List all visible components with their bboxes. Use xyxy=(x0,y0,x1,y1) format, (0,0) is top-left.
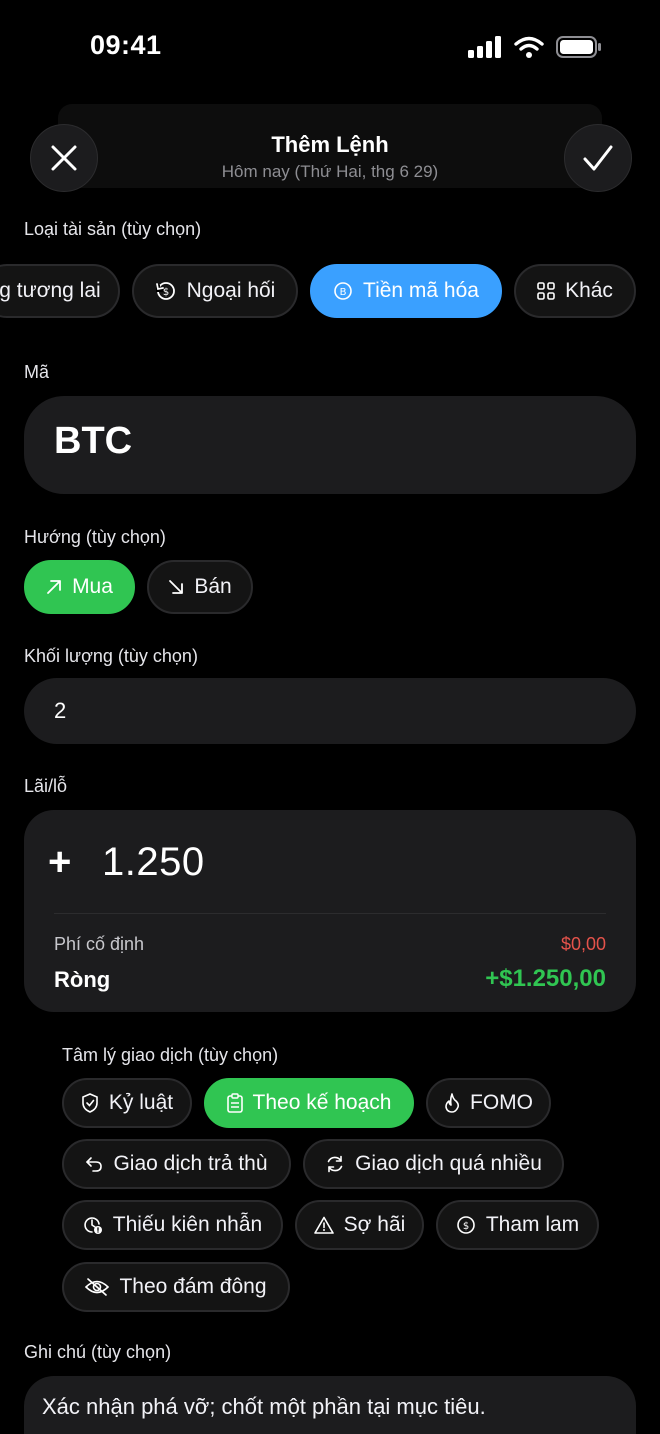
psychology-on-plan[interactable]: Theo kế hoạch xyxy=(204,1078,414,1128)
psychology-option-label: Theo đám đông xyxy=(119,1275,267,1298)
direction-buy-button[interactable]: Mua xyxy=(24,560,135,614)
note-value: Xác nhận phá vỡ; chốt một phần tại mục t… xyxy=(42,1394,486,1419)
psychology-option-label: Sợ hãi xyxy=(343,1213,406,1236)
psychology-option-label: Giao dịch quá nhiều xyxy=(355,1152,542,1175)
ticker-input[interactable]: BTC xyxy=(24,396,636,494)
psychology-fomo[interactable]: FOMO xyxy=(426,1078,551,1128)
direction-option-label: Bán xyxy=(194,575,232,598)
psychology-impatience[interactable]: Thiếu kiên nhẫn xyxy=(62,1200,283,1250)
pnl-divider xyxy=(54,913,606,914)
ticker-label: Mã xyxy=(24,362,50,382)
status-time: 09:41 xyxy=(90,30,162,60)
pnl-label: Lãi/lỗ xyxy=(24,776,68,796)
psychology-option-label: Theo kế hoạch xyxy=(252,1091,392,1114)
page-subtitle: Hôm nay (Thứ Hai, thg 6 29) xyxy=(221,162,439,181)
screen: 09:41 Thêm Lệnh Hôm nay (Thứ Hai, thg 6 … xyxy=(0,0,660,1434)
psychology-option-label: Kỷ luật xyxy=(108,1091,174,1114)
direction-sell-button[interactable]: Bán xyxy=(147,560,253,614)
note-label: Ghi chú (tùy chọn) xyxy=(24,1342,172,1362)
dollar-circle-icon: $ xyxy=(456,1215,476,1235)
psychology-option-label: Giao dịch trả thù xyxy=(113,1152,268,1175)
arrow-up-right-icon xyxy=(46,579,62,595)
psychology-label: Tâm lý giao dịch (tùy chọn) xyxy=(62,1045,279,1065)
grid-icon xyxy=(537,282,555,300)
volume-value: 2 xyxy=(54,698,67,723)
net-label: Ròng xyxy=(54,967,111,992)
wifi-icon xyxy=(514,36,544,58)
pnl-card: + 1.250 Phí cố định $0,00 Ròng +$1.250,0… xyxy=(24,810,636,1012)
forex-icon: $ xyxy=(155,280,177,302)
asset-option-label: Ngoại hối xyxy=(186,279,276,302)
pnl-input[interactable]: 1.250 xyxy=(102,840,205,885)
direction-option-label: Mua xyxy=(72,575,113,598)
asset-option-other[interactable]: Khác xyxy=(514,264,636,318)
battery-icon xyxy=(556,36,601,58)
volume-label: Khối lượng (tùy chọn) xyxy=(24,646,198,666)
asset-option-forex[interactable]: $ Ngoại hối xyxy=(132,264,298,318)
checkmark-icon xyxy=(583,145,613,171)
svg-text:$: $ xyxy=(463,1221,469,1232)
page-title: Thêm Lệnh xyxy=(271,132,389,157)
pnl-sign-toggle[interactable]: + xyxy=(48,840,71,885)
psychology-option-label: Thiếu kiên nhẫn xyxy=(112,1213,263,1236)
bitcoin-icon: B xyxy=(333,281,353,301)
psychology-option-label: Tham lam xyxy=(485,1213,580,1236)
ticker-value: BTC xyxy=(54,420,133,462)
psychology-overtrading[interactable]: Giao dịch quá nhiều xyxy=(303,1139,564,1189)
status-icons xyxy=(468,36,602,58)
psychology-revenge[interactable]: Giao dịch trả thù xyxy=(62,1139,291,1189)
clipboard-icon xyxy=(226,1093,243,1113)
psychology-option-label: FOMO xyxy=(470,1091,533,1114)
undo-icon xyxy=(85,1156,103,1172)
cellular-signal-icon xyxy=(468,36,501,58)
psychology-greed[interactable]: $ Tham lam xyxy=(436,1200,599,1250)
fee-value: $0,00 xyxy=(560,934,606,954)
psychology-herd[interactable]: Theo đám đông xyxy=(62,1262,290,1312)
net-value: +$1.250,00 xyxy=(485,965,606,992)
asset-option-crypto[interactable]: B Tiền mã hóa xyxy=(310,264,502,318)
svg-text:B: B xyxy=(340,287,347,298)
asset-option-futures[interactable]: g tương lai xyxy=(0,264,120,318)
note-textarea[interactable]: Xác nhận phá vỡ; chốt một phần tại mục t… xyxy=(24,1376,636,1434)
refresh-icon xyxy=(325,1154,345,1174)
warning-icon xyxy=(313,1216,334,1234)
shield-check-icon xyxy=(81,1093,99,1113)
psychology-fear[interactable]: Sợ hãi xyxy=(295,1200,424,1250)
asset-option-label: g tương lai xyxy=(0,279,101,302)
fee-label: Phí cố định xyxy=(54,934,145,954)
eye-off-icon xyxy=(85,1278,110,1296)
asset-type-label: Loại tài sản (tùy chọn) xyxy=(24,219,202,239)
psychology-discipline[interactable]: Kỷ luật xyxy=(62,1078,192,1128)
direction-label: Hướng (tùy chọn) xyxy=(24,527,166,547)
clock-alert-icon xyxy=(83,1215,103,1235)
volume-input[interactable]: 2 xyxy=(24,678,636,744)
asset-option-label: Tiền mã hóa xyxy=(363,279,479,302)
confirm-button[interactable] xyxy=(564,124,632,192)
svg-text:$: $ xyxy=(162,287,168,298)
arrow-down-right-icon xyxy=(168,579,184,595)
flame-icon xyxy=(444,1093,460,1113)
asset-option-label: Khác xyxy=(565,279,613,302)
